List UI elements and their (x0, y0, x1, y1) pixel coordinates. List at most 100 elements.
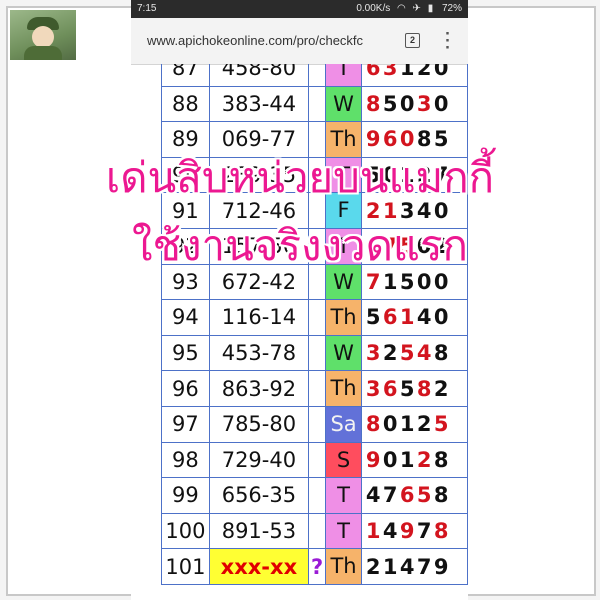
draw-result: 656-35 (208, 477, 310, 514)
results-table: 87 458-80 T 63120 88 383-44 W 85030 89 069-77 Th 96… (161, 64, 468, 585)
pending-marker (307, 85, 327, 123)
predicted-digits: 14978 (360, 512, 468, 550)
digit: 1 (399, 64, 416, 81)
digit: 5 (433, 412, 450, 437)
digit: 0 (382, 447, 399, 472)
digit: 0 (433, 305, 450, 330)
overlay-caption-1: เด่นสิบหน่วยบนแมกกี้ (105, 153, 495, 202)
weekday-cell: Th (325, 299, 362, 336)
digit: 8 (433, 447, 450, 472)
weekday-cell: Th (325, 370, 362, 407)
pending-marker (307, 477, 327, 514)
table-row: 95 453-78 W 32548 (161, 334, 468, 372)
digit: 2 (416, 447, 433, 472)
digit: 9 (365, 447, 382, 472)
digit: 2 (365, 554, 382, 579)
digit: 5 (399, 341, 416, 366)
weekday-cell: T (325, 64, 362, 87)
draw-number: 88 (161, 85, 210, 123)
weekday-cell: Sa (325, 405, 362, 443)
predicted-digits: 36582 (360, 370, 468, 407)
predicted-digits: 80125 (360, 405, 468, 443)
pending-marker (307, 441, 327, 479)
digit: 4 (416, 341, 433, 366)
wifi-signal-icon: ◠ ✈ ▮ (397, 3, 436, 14)
table-row: 99 656-35 T 47658 (161, 477, 468, 514)
draw-result: 863-92 (208, 370, 310, 407)
weekday-badge: T (326, 513, 361, 549)
digit: 8 (433, 519, 450, 544)
avatar (10, 10, 76, 60)
weekday-cell: T (325, 477, 362, 514)
digit: 1 (382, 554, 399, 579)
table-row: 98 729-40 S 90128 (161, 441, 468, 479)
weekday-badge: S (326, 442, 361, 478)
draw-number: 97 (161, 405, 210, 443)
url-field[interactable]: www.apichokeonline.com/pro/checkfc (147, 33, 395, 51)
digit: 8 (365, 412, 382, 437)
table-row: 96 863-92 Th 36582 (161, 370, 468, 407)
draw-result: 116-14 (208, 299, 310, 336)
avatar-body (24, 46, 62, 60)
digit: 0 (433, 64, 450, 81)
digit: 6 (365, 64, 382, 81)
weekday-cell: W (325, 85, 362, 123)
pending-marker (307, 370, 327, 407)
digit: 5 (399, 376, 416, 401)
status-time: 7:15 (137, 3, 157, 14)
digit: 0 (382, 412, 399, 437)
predicted-digits: 47658 (360, 477, 468, 514)
draw-result: 729-40 (208, 441, 310, 479)
status-right: 0.00K/s ◠ ✈ ▮ 72% (356, 3, 462, 14)
digit: 5 (365, 305, 382, 330)
digit: 8 (433, 341, 450, 366)
pending-marker (307, 334, 327, 372)
avatar-face (32, 26, 54, 48)
draw-number: 100 (161, 512, 210, 550)
pending-marker: ? (307, 548, 327, 585)
tab-switcher-button[interactable]: 2 (405, 33, 420, 48)
table-row: 100 891-53 T 14978 (161, 512, 468, 550)
draw-result: 383-44 (208, 85, 310, 123)
predicted-digits: 56140 (360, 299, 468, 336)
pending-marker (307, 405, 327, 443)
digit: 7 (416, 519, 433, 544)
weekday-cell: T (325, 512, 362, 550)
weekday-badge: T (326, 64, 361, 86)
weekday-badge: Th (326, 300, 361, 335)
digit: 6 (399, 483, 416, 508)
digit: 4 (382, 519, 399, 544)
weekday-badge: Th (326, 371, 361, 406)
overlay-caption-2: ใช้งานจริงงวดแรก (132, 221, 468, 270)
digit: 4 (399, 554, 416, 579)
weekday-badge: W (326, 86, 361, 122)
status-bar: 7:15 0.00K/s ◠ ✈ ▮ 72% (131, 0, 468, 18)
draw-result: 458-80 (208, 64, 310, 87)
digit: 6 (382, 376, 399, 401)
draw-result: xxx-xx (208, 548, 310, 585)
draw-number: 94 (161, 299, 210, 336)
predicted-digits: 21479 (360, 548, 468, 585)
weekday-cell: Th (325, 548, 362, 585)
draw-result: 891-53 (208, 512, 310, 550)
draw-number: 87 (161, 64, 210, 87)
digit: 2 (416, 412, 433, 437)
network-speed: 0.00K/s (356, 3, 391, 14)
pending-marker (307, 299, 327, 336)
battery-percent: 72% (441, 3, 462, 14)
predicted-digits: 63120 (360, 64, 468, 87)
weekday-cell: S (325, 441, 362, 479)
digit: 1 (399, 305, 416, 330)
table-row: 87 458-80 T 63120 (161, 64, 468, 87)
digit: 0 (399, 91, 416, 116)
draw-result: 785-80 (208, 405, 310, 443)
digit: 4 (416, 305, 433, 330)
digit: 4 (365, 483, 382, 508)
more-menu-icon[interactable]: · · · (444, 25, 452, 56)
digit: 3 (365, 376, 382, 401)
pending-marker (307, 512, 327, 550)
digit: 9 (399, 519, 416, 544)
weekday-badge: Th (326, 549, 361, 584)
draw-number: 95 (161, 334, 210, 372)
draw-number: 96 (161, 370, 210, 407)
